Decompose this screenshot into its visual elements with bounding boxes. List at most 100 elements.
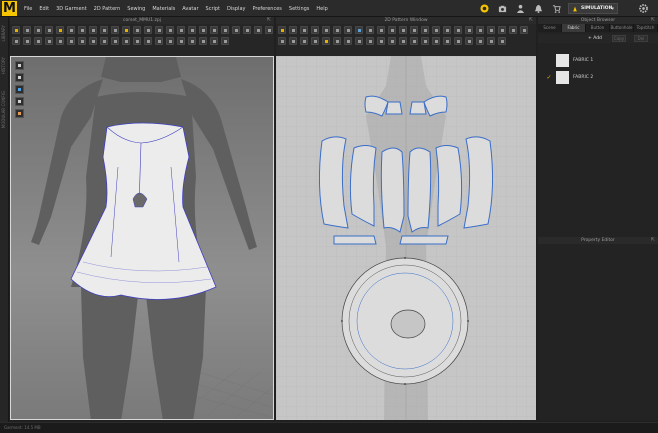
tool-icon[interactable] bbox=[410, 37, 418, 45]
tool-icon[interactable] bbox=[45, 26, 53, 34]
tool-icon[interactable] bbox=[133, 37, 141, 45]
side-tab-history[interactable]: HISTORY bbox=[1, 57, 6, 74]
tab-buttonhole[interactable]: Buttonhole bbox=[610, 24, 634, 32]
tool-icon[interactable] bbox=[465, 37, 473, 45]
cart-icon[interactable] bbox=[552, 4, 561, 13]
tool-icon[interactable] bbox=[12, 26, 20, 34]
tool-icon[interactable] bbox=[155, 37, 163, 45]
menu-avatar[interactable]: Avatar bbox=[182, 6, 198, 12]
tool-icon[interactable] bbox=[465, 26, 473, 34]
tool-icon[interactable] bbox=[311, 37, 319, 45]
tool-icon[interactable] bbox=[498, 37, 506, 45]
tool-icon[interactable] bbox=[388, 37, 396, 45]
menu-display[interactable]: Display bbox=[227, 6, 245, 12]
tab-button[interactable]: Button bbox=[586, 24, 610, 32]
tool-icon[interactable] bbox=[377, 26, 385, 34]
tool-icon[interactable] bbox=[23, 37, 31, 45]
tool-icon[interactable] bbox=[111, 26, 119, 34]
tool-icon[interactable] bbox=[300, 26, 308, 34]
expand-icon[interactable]: ⇱ bbox=[267, 17, 271, 24]
menu-settings[interactable]: Settings bbox=[289, 6, 310, 12]
tool-icon[interactable] bbox=[89, 26, 97, 34]
tool-icon[interactable] bbox=[122, 37, 130, 45]
tool-icon[interactable] bbox=[177, 26, 185, 34]
user-icon[interactable] bbox=[516, 4, 525, 13]
tool-icon[interactable] bbox=[56, 37, 64, 45]
tool-icon[interactable] bbox=[166, 26, 174, 34]
tool-icon[interactable] bbox=[34, 26, 42, 34]
menu-file[interactable]: File bbox=[24, 6, 32, 12]
side-tab-library[interactable]: LIBRARY bbox=[1, 25, 6, 41]
tool-icon[interactable] bbox=[23, 26, 31, 34]
tool-icon[interactable] bbox=[355, 37, 363, 45]
tool-icon[interactable] bbox=[210, 37, 218, 45]
menu-preferences[interactable]: Preferences bbox=[252, 6, 281, 12]
2d-pattern-canvas[interactable] bbox=[276, 56, 536, 420]
tool-icon[interactable] bbox=[133, 26, 141, 34]
menu-edit[interactable]: Edit bbox=[39, 6, 49, 12]
menu-script[interactable]: Script bbox=[206, 6, 221, 12]
tool-icon[interactable] bbox=[166, 37, 174, 45]
tool-icon[interactable] bbox=[311, 26, 319, 34]
tool-icon[interactable] bbox=[289, 37, 297, 45]
tool-icon[interactable] bbox=[100, 37, 108, 45]
tool-icon[interactable] bbox=[278, 37, 286, 45]
tool-icon[interactable] bbox=[155, 26, 163, 34]
tool-icon[interactable] bbox=[443, 26, 451, 34]
tool-icon[interactable] bbox=[476, 37, 484, 45]
tool-icon[interactable] bbox=[78, 37, 86, 45]
texture-view-icon[interactable] bbox=[15, 85, 24, 94]
expand-icon[interactable]: ⇱ bbox=[651, 237, 655, 244]
tool-icon[interactable] bbox=[199, 26, 207, 34]
tab-topstitch[interactable]: Topstitch bbox=[634, 24, 658, 32]
record-icon[interactable] bbox=[480, 4, 489, 13]
tool-icon[interactable] bbox=[144, 37, 152, 45]
tab-scene[interactable]: Scene bbox=[538, 24, 562, 32]
tool-icon[interactable] bbox=[322, 26, 330, 34]
tool-icon[interactable] bbox=[221, 37, 229, 45]
tool-icon[interactable] bbox=[377, 37, 385, 45]
tool-icon[interactable] bbox=[188, 26, 196, 34]
tool-icon[interactable] bbox=[111, 37, 119, 45]
tool-icon[interactable] bbox=[221, 26, 229, 34]
expand-icon[interactable]: ⇱ bbox=[651, 17, 655, 24]
tool-icon[interactable] bbox=[232, 26, 240, 34]
3d-viewport[interactable] bbox=[10, 56, 274, 420]
tool-icon[interactable] bbox=[443, 37, 451, 45]
tool-icon[interactable] bbox=[89, 37, 97, 45]
tool-icon[interactable] bbox=[265, 26, 273, 34]
expand-icon[interactable]: ⇱ bbox=[529, 17, 533, 24]
tool-icon[interactable] bbox=[421, 37, 429, 45]
tool-icon[interactable] bbox=[210, 26, 218, 34]
tool-icon[interactable] bbox=[366, 37, 374, 45]
tool-icon[interactable] bbox=[344, 37, 352, 45]
tool-icon[interactable] bbox=[487, 37, 495, 45]
tool-icon[interactable] bbox=[199, 37, 207, 45]
tool-icon[interactable] bbox=[366, 26, 374, 34]
tool-icon[interactable] bbox=[410, 26, 418, 34]
tool-icon[interactable] bbox=[188, 37, 196, 45]
tool-icon[interactable] bbox=[333, 37, 341, 45]
tool-icon[interactable] bbox=[177, 37, 185, 45]
tool-icon[interactable] bbox=[278, 26, 286, 34]
tool-icon[interactable] bbox=[432, 37, 440, 45]
tool-icon[interactable] bbox=[300, 37, 308, 45]
skin-view-icon[interactable] bbox=[15, 109, 24, 118]
tool-icon[interactable] bbox=[421, 26, 429, 34]
copy-fabric-button[interactable]: Copy bbox=[612, 35, 626, 42]
fabric-list-item[interactable]: FABRIC 1 bbox=[546, 53, 656, 67]
menu-2d-pattern[interactable]: 2D Pattern bbox=[94, 6, 121, 12]
menu-3d-garment[interactable]: 3D Garment bbox=[56, 6, 87, 12]
tool-icon[interactable] bbox=[355, 26, 363, 34]
tool-icon[interactable] bbox=[454, 26, 462, 34]
tool-icon[interactable] bbox=[476, 26, 484, 34]
tab-fabric[interactable]: Fabric bbox=[562, 24, 586, 32]
mesh-view-icon[interactable] bbox=[15, 97, 24, 106]
tool-icon[interactable] bbox=[67, 26, 75, 34]
tool-icon[interactable] bbox=[100, 26, 108, 34]
tool-icon[interactable] bbox=[333, 26, 341, 34]
tool-icon[interactable] bbox=[34, 37, 42, 45]
tool-icon[interactable] bbox=[344, 26, 352, 34]
tool-icon[interactable] bbox=[56, 26, 64, 34]
side-tab-modular-config[interactable]: MODULAR CONFIG bbox=[1, 91, 6, 128]
